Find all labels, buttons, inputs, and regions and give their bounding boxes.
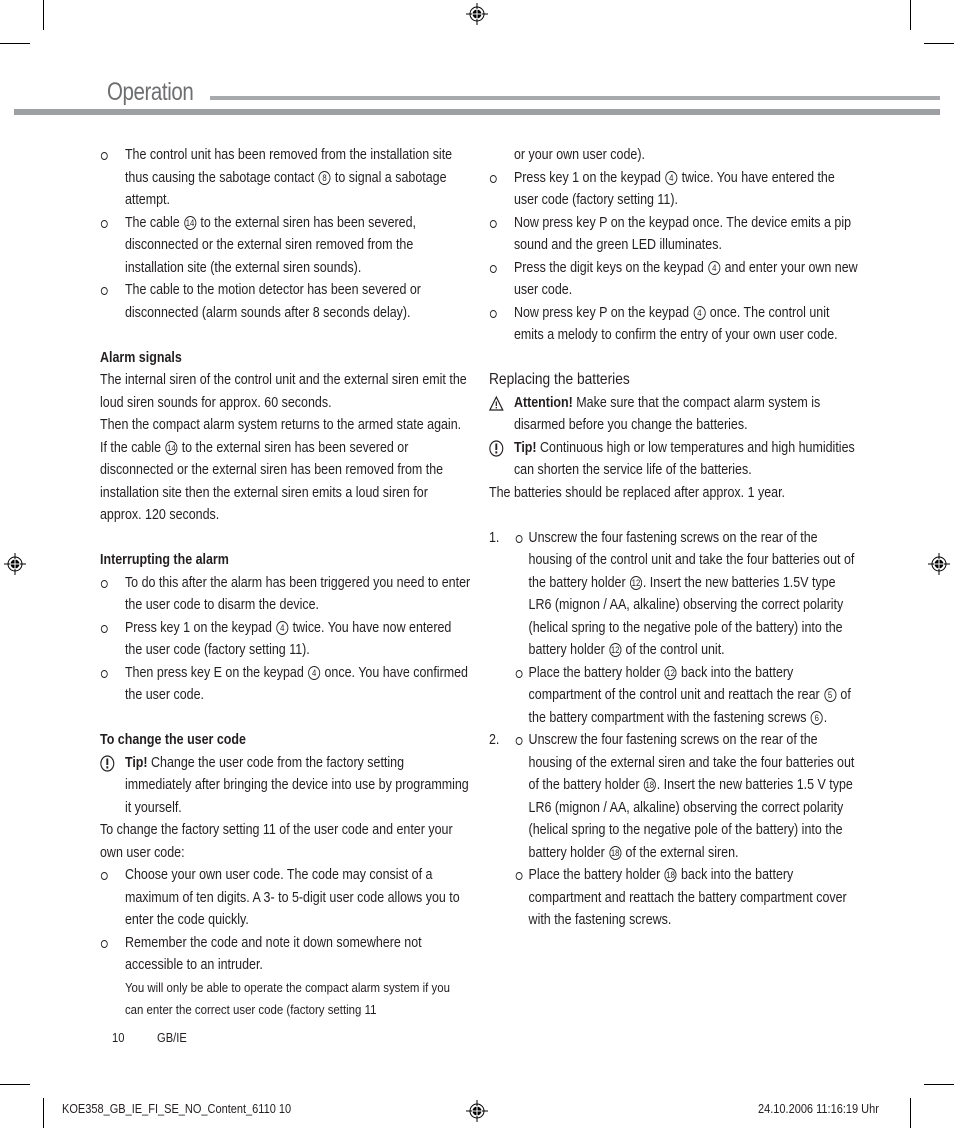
attention-note: Attention! Make sure that the compact al… (489, 392, 860, 437)
tip-note: Tip! Continuous high or low temperatures… (489, 437, 860, 482)
locale-label: GB/IE (157, 1030, 187, 1045)
step-1: 1. Unscrew the four fastening screws on … (489, 527, 860, 730)
crop-mark-top-left-h (0, 43, 30, 44)
header-rule-thick (14, 109, 940, 115)
list-item: Choose your own user code. The code may … (100, 864, 471, 932)
warning-triangle-icon (489, 395, 504, 411)
bullet-circle-icon (100, 872, 108, 880)
paragraph: To change the factory setting 11 of the … (100, 822, 453, 861)
bullet-circle-icon (489, 219, 497, 228)
crop-mark-top-left-v (43, 0, 44, 30)
list-item: Unscrew the four fastening screws on the… (489, 527, 860, 662)
note-paragraph: You will only be able to operate the com… (124, 979, 450, 1018)
continuation-text: or your own user code). (513, 147, 645, 163)
sabotage-bullet-list: The control unit has been removed from t… (100, 144, 471, 324)
ref-number: 18 (609, 845, 622, 860)
paragraph: The batteries should be replaced after a… (489, 484, 786, 501)
ref-number: 14 (165, 440, 178, 455)
list-item: Place the battery holder 12 back into th… (489, 662, 860, 730)
tip-note: Tip! Change the user code from the facto… (100, 752, 471, 820)
batteries-section: Replacing the batteries Attention! Make … (489, 369, 860, 932)
bullet-circle-icon (515, 737, 523, 745)
ref-number: 6 (810, 710, 823, 725)
crop-mark-bottom-left-h (0, 1084, 30, 1085)
bullet-circle-icon (100, 939, 108, 948)
crop-mark-bottom-left-v (43, 1098, 44, 1128)
ref-number: 8 (318, 170, 331, 185)
list-item: Press the digit keys on the keypad 4 and… (489, 257, 860, 302)
right-column: or your own user code). Press key 1 on t… (489, 144, 861, 932)
interrupting-section: Interrupting the alarm To do this after … (100, 549, 471, 707)
change-code-section: To change the user code Tip! Change the … (100, 729, 471, 1022)
bullet-circle-icon (100, 152, 108, 160)
section-heading: Interrupting the alarm (100, 552, 229, 568)
bullet-circle-icon (489, 309, 497, 318)
ref-number: 14 (184, 215, 197, 230)
print-slug-timestamp: 24.10.2006 11:16:19 Uhr (758, 1102, 879, 1116)
left-column: The control unit has been removed from t… (100, 144, 472, 1022)
header-rule-thin (210, 96, 940, 100)
crop-mark-bottom-right-v (910, 1098, 911, 1128)
list-item: To do this after the alarm has been trig… (100, 572, 471, 617)
list-item: Place the battery holder 18 back into th… (489, 864, 860, 932)
ref-number: 4 (693, 305, 706, 320)
bullet-circle-icon (515, 534, 523, 543)
ref-number: 18 (664, 868, 677, 882)
crop-mark-top-right-v (910, 0, 911, 30)
bullet-circle-icon (489, 264, 497, 273)
registration-mark-right-icon (928, 553, 950, 575)
section-heading: Replacing the batteries (489, 371, 630, 388)
page-number: 10 (112, 1030, 125, 1045)
list-item: The control unit has been removed from t… (100, 144, 471, 212)
tip-exclamation-icon (489, 439, 504, 457)
list-item: Unscrew the four fastening screws on the… (489, 729, 860, 864)
ref-number: 12 (664, 665, 677, 680)
list-item: Remember the code and note it down somew… (100, 932, 471, 977)
ref-number: 12 (629, 575, 642, 590)
list-item: The cable 14 to the external siren has b… (100, 212, 471, 280)
ref-number: 4 (308, 665, 321, 680)
ref-number: 4 (665, 170, 678, 185)
registration-mark-bottom-icon (466, 1100, 488, 1122)
list-item: Press key 1 on the keypad 4 twice. You h… (489, 167, 860, 212)
bullet-circle-icon (100, 579, 108, 588)
registration-mark-top-icon (466, 3, 488, 25)
bullet-circle-icon (515, 669, 523, 678)
bullet-circle-icon (100, 624, 108, 633)
step-2: 2. Unscrew the four fastening screws on … (489, 729, 860, 932)
list-item: Now press key P on the keypad 4 once. Th… (489, 302, 860, 347)
ref-number: 4 (708, 260, 721, 275)
paragraph: The internal siren of the control unit a… (100, 372, 467, 411)
paragraph: Then the compact alarm system returns to… (100, 417, 462, 523)
bullet-circle-icon (489, 174, 497, 183)
print-slug-file: KOE358_GB_IE_FI_SE_NO_Content_6110 10 (62, 1102, 292, 1116)
ref-number: 18 (643, 778, 656, 792)
bullet-circle-icon (100, 287, 108, 295)
bullet-circle-icon (100, 219, 108, 228)
list-item: The cable to the motion detector has bee… (100, 279, 471, 324)
page-title: Operation (107, 78, 194, 106)
crop-mark-top-right-h (924, 43, 954, 44)
section-heading: Alarm signals (100, 349, 182, 366)
list-item: Press key 1 on the keypad 4 twice. You h… (100, 617, 471, 662)
ref-number: 5 (824, 688, 837, 702)
list-item: Then press key E on the keypad 4 once. Y… (100, 662, 471, 707)
list-item: Now press key P on the keypad once. The … (489, 212, 860, 257)
tip-exclamation-icon (100, 754, 115, 772)
bullet-circle-icon (515, 872, 523, 880)
section-heading: To change the user code (100, 732, 246, 748)
registration-mark-left-icon (4, 553, 26, 575)
crop-mark-bottom-right-h (924, 1084, 954, 1085)
alarm-signals-section: Alarm signals The internal siren of the … (100, 347, 471, 527)
bullet-circle-icon (100, 669, 108, 678)
ref-number: 4 (276, 620, 289, 635)
ref-number: 12 (609, 643, 622, 657)
